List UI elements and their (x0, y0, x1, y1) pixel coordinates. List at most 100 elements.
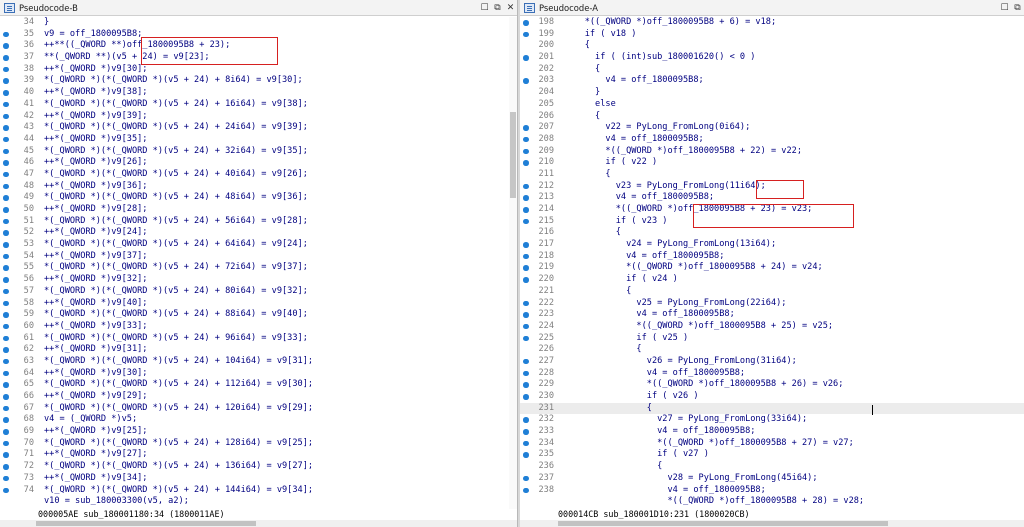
code-line[interactable]: 72 *(_QWORD *)(*(_QWORD *)(v5 + 24) + 136… (0, 461, 517, 473)
code-text[interactable]: v10 = sub_180003300(v5, a2); (44, 496, 517, 508)
code-text[interactable]: v23 = PyLong_FromLong(11i64); (564, 181, 1024, 193)
gutter[interactable] (520, 111, 532, 123)
breakpoint-dot-icon[interactable] (0, 449, 12, 461)
code-line[interactable]: 74 *(_QWORD *)(*(_QWORD *)(v5 + 24) + 144… (0, 485, 517, 497)
code-line[interactable]: 46 ++*(_QWORD *)v9[26]; (0, 157, 517, 169)
code-line[interactable]: v10 = sub_180003300(v5, a2); (0, 496, 517, 508)
breakpoint-dot-icon[interactable] (0, 379, 12, 391)
code-line[interactable]: 234 *((_QWORD *)off_1800095B8 + 27) = v2… (520, 438, 1024, 450)
breakpoint-dot-icon[interactable] (0, 87, 12, 99)
code-text[interactable]: **(_QWORD **)(v5 + 24) = v9[23]; (44, 52, 517, 64)
code-line[interactable]: 200 { (520, 40, 1024, 52)
code-text[interactable]: ++*(_QWORD *)v9[34]; (44, 473, 517, 485)
code-text[interactable]: *(_QWORD *)(*(_QWORD *)(v5 + 24) + 96i64… (44, 333, 517, 345)
breakpoint-dot-icon[interactable] (0, 169, 12, 181)
code-text[interactable]: *((_QWORD *)off_1800095B8 + 26) = v26; (564, 379, 1024, 391)
breakpoint-dot-icon[interactable] (0, 274, 12, 286)
code-line[interactable]: 50 ++*(_QWORD *)v9[28]; (0, 204, 517, 216)
breakpoint-dot-icon[interactable] (520, 298, 532, 310)
breakpoint-dot-icon[interactable] (520, 251, 532, 263)
breakpoint-dot-icon[interactable] (520, 29, 532, 41)
breakpoint-dot-icon[interactable] (0, 286, 12, 298)
breakpoint-dot-icon[interactable] (0, 356, 12, 368)
code-line[interactable]: 41 *(_QWORD *)(*(_QWORD *)(v5 + 24) + 16i… (0, 99, 517, 111)
code-line[interactable]: 39 *(_QWORD *)(*(_QWORD *)(v5 + 24) + 8i6… (0, 75, 517, 87)
breakpoint-dot-icon[interactable] (520, 146, 532, 158)
code-text[interactable]: { (564, 344, 1024, 356)
code-line[interactable]: 37 **(_QWORD **)(v5 + 24) = v9[23]; (0, 52, 517, 64)
code-text[interactable]: *(_QWORD *)(*(_QWORD *)(v5 + 24) + 128i6… (44, 438, 517, 450)
code-text[interactable]: if ( v23 ) (564, 216, 1024, 228)
breakpoint-dot-icon[interactable] (0, 204, 12, 216)
code-line[interactable]: 52 ++*(_QWORD *)v9[24]; (0, 227, 517, 239)
code-line[interactable]: 219 *((_QWORD *)off_1800095B8 + 24) = v2… (520, 262, 1024, 274)
code-text[interactable]: *(_QWORD *)(*(_QWORD *)(v5 + 24) + 112i6… (44, 379, 517, 391)
code-line[interactable]: 214 *((_QWORD *)off_1800095B8 + 23) = v2… (520, 204, 1024, 216)
code-text[interactable]: *(_QWORD *)(*(_QWORD *)(v5 + 24) + 88i64… (44, 309, 517, 321)
code-text[interactable]: { (564, 64, 1024, 76)
breakpoint-dot-icon[interactable] (0, 64, 12, 76)
breakpoint-dot-icon[interactable] (520, 449, 532, 461)
code-line[interactable]: 198 *((_QWORD *)off_1800095B8 + 6) = v18… (520, 17, 1024, 29)
breakpoint-dot-icon[interactable] (520, 239, 532, 251)
code-text[interactable]: *(_QWORD *)(*(_QWORD *)(v5 + 24) + 56i64… (44, 216, 517, 228)
code-line[interactable]: 65 *(_QWORD *)(*(_QWORD *)(v5 + 24) + 112… (0, 379, 517, 391)
code-line[interactable]: 38 ++*(_QWORD *)v9[30]; (0, 64, 517, 76)
breakpoint-dot-icon[interactable] (520, 333, 532, 345)
code-line[interactable]: 51 *(_QWORD *)(*(_QWORD *)(v5 + 24) + 56i… (0, 216, 517, 228)
code-text[interactable]: ++*(_QWORD *)v9[27]; (44, 449, 517, 461)
code-line[interactable]: 60 ++*(_QWORD *)v9[33]; (0, 321, 517, 333)
code-text[interactable]: ++*(_QWORD *)v9[38]; (44, 87, 517, 99)
code-line[interactable]: 42 ++*(_QWORD *)v9[39]; (0, 111, 517, 123)
code-text[interactable]: ++*(_QWORD *)v9[36]; (44, 181, 517, 193)
code-text[interactable]: if ( v25 ) (564, 333, 1024, 345)
breakpoint-dot-icon[interactable] (520, 438, 532, 450)
code-text[interactable]: v4 = off_1800095B8; (564, 192, 1024, 204)
code-text[interactable]: *((_QWORD *)off_1800095B8 + 28) = v28; (564, 496, 1024, 508)
breakpoint-dot-icon[interactable] (0, 368, 12, 380)
code-text[interactable]: if ( v22 ) (564, 157, 1024, 169)
breakpoint-dot-icon[interactable] (520, 157, 532, 169)
code-text[interactable]: { (564, 169, 1024, 181)
code-text[interactable]: v4 = off_1800095B8; (564, 134, 1024, 146)
gutter[interactable] (0, 17, 12, 29)
restore-icon[interactable]: ☐ (478, 3, 491, 13)
code-line[interactable]: 201 if ( (int)sub_180001620() < 0 ) (520, 52, 1024, 64)
breakpoint-dot-icon[interactable] (0, 298, 12, 310)
code-line[interactable]: 225 if ( v25 ) (520, 333, 1024, 345)
code-text[interactable]: if ( (int)sub_180001620() < 0 ) (564, 52, 1024, 64)
code-line[interactable]: 202 { (520, 64, 1024, 76)
code-line[interactable]: 34} (0, 17, 517, 29)
code-text[interactable]: v9 = off_1800095B8; (44, 29, 517, 41)
breakpoint-dot-icon[interactable] (0, 29, 12, 41)
code-line[interactable]: 237 v28 = PyLong_FromLong(45i64); (520, 473, 1024, 485)
gutter[interactable] (520, 227, 532, 239)
code-line[interactable]: 204 } (520, 87, 1024, 99)
code-line[interactable]: 67 *(_QWORD *)(*(_QWORD *)(v5 + 24) + 120… (0, 403, 517, 415)
breakpoint-dot-icon[interactable] (520, 309, 532, 321)
code-text[interactable]: *(_QWORD *)(*(_QWORD *)(v5 + 24) + 8i64)… (44, 75, 517, 87)
code-text[interactable]: ++*(_QWORD *)v9[39]; (44, 111, 517, 123)
code-text[interactable]: *(_QWORD *)(*(_QWORD *)(v5 + 24) + 24i64… (44, 122, 517, 134)
breakpoint-dot-icon[interactable] (520, 75, 532, 87)
gutter[interactable] (520, 286, 532, 298)
code-line[interactable]: 213 v4 = off_1800095B8; (520, 192, 1024, 204)
breakpoint-dot-icon[interactable] (520, 356, 532, 368)
code-text[interactable]: *(_QWORD *)(*(_QWORD *)(v5 + 24) + 80i64… (44, 286, 517, 298)
gutter[interactable] (0, 496, 12, 508)
code-line[interactable]: 215 if ( v23 ) (520, 216, 1024, 228)
breakpoint-dot-icon[interactable] (0, 403, 12, 415)
code-line[interactable]: 223 v4 = off_1800095B8; (520, 309, 1024, 321)
code-line[interactable]: 58 ++*(_QWORD *)v9[40]; (0, 298, 517, 310)
code-line[interactable]: 48 ++*(_QWORD *)v9[36]; (0, 181, 517, 193)
code-line[interactable]: 69 ++*(_QWORD *)v9[25]; (0, 426, 517, 438)
code-line[interactable]: 49 *(_QWORD *)(*(_QWORD *)(v5 + 24) + 48i… (0, 192, 517, 204)
code-line[interactable]: 59 *(_QWORD *)(*(_QWORD *)(v5 + 24) + 88i… (0, 309, 517, 321)
code-line[interactable]: 232 v27 = PyLong_FromLong(33i64); (520, 414, 1024, 426)
breakpoint-dot-icon[interactable] (520, 426, 532, 438)
breakpoint-dot-icon[interactable] (520, 391, 532, 403)
code-line[interactable]: 45 *(_QWORD *)(*(_QWORD *)(v5 + 24) + 32i… (0, 146, 517, 158)
code-text[interactable]: *((_QWORD *)off_1800095B8 + 23) = v23; (564, 204, 1024, 216)
breakpoint-dot-icon[interactable] (0, 181, 12, 193)
code-text[interactable]: ++*(_QWORD *)v9[32]; (44, 274, 517, 286)
